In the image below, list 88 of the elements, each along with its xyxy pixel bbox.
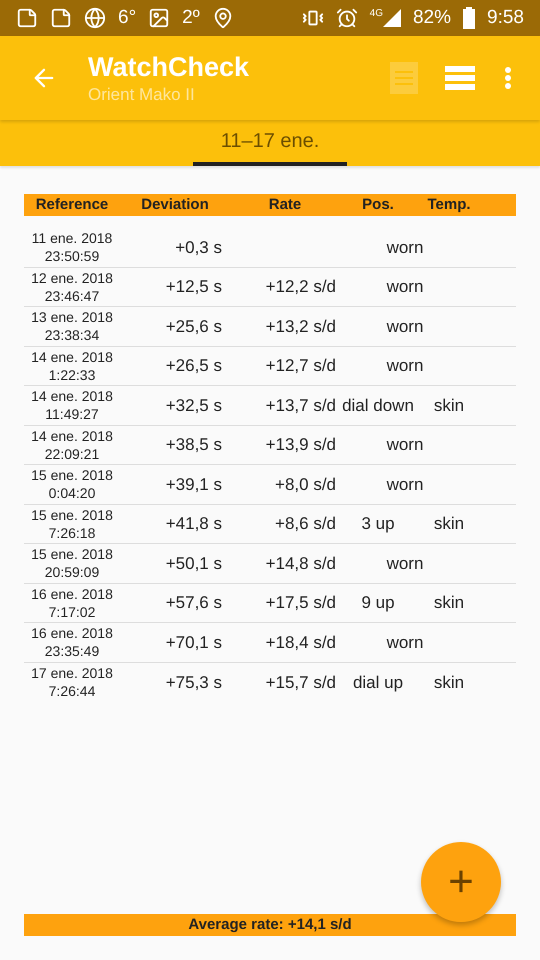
time-text: 0:04:20	[48, 484, 96, 502]
deviation-cell-text: +39,1 s	[164, 474, 223, 496]
battery-text: 82%	[412, 6, 452, 30]
alarm-icon	[336, 7, 358, 29]
deviation-cell-text: +0,3 s	[174, 236, 223, 258]
deviation-cell-text: +50,1 s	[164, 552, 223, 574]
list-icon	[445, 66, 475, 90]
temperature-cell-text: skin	[432, 394, 466, 416]
position-cell-text: worn	[386, 552, 424, 574]
position-cell-text: worn	[386, 236, 424, 258]
time-text: 23:50:59	[44, 247, 100, 266]
deviation-cell-text: +41,8 s	[164, 513, 223, 535]
image-icon	[148, 7, 170, 29]
date-text: 15 ene. 2018	[31, 545, 113, 564]
time-text: 11:49:27	[45, 405, 99, 424]
date-text: 14 ene. 2018	[31, 426, 113, 445]
time-text: 7:26:44	[48, 682, 96, 700]
deviation-cell-text: +70,1 s	[164, 632, 223, 654]
date-text: 15 ene. 2018	[31, 466, 113, 484]
position-cell-text: dial down	[341, 394, 415, 416]
time-text: 22:09:21	[44, 444, 100, 463]
column-header: Deviation	[140, 195, 210, 215]
position-cell-text: worn	[386, 434, 424, 456]
network-type-text: 4G	[370, 9, 383, 19]
time-text: 1:22:33	[48, 366, 96, 384]
column-header: Reference	[34, 195, 110, 215]
deviation-cell-text: +12,5 s	[164, 276, 223, 298]
date-text: 17 ene. 2018	[31, 664, 113, 682]
deviation-cell-text: +57,6 s	[164, 592, 223, 614]
app-subtitle: Orient Mako II	[88, 84, 196, 106]
date-text: 11 ene. 2018	[32, 229, 112, 248]
rate-cell-text: +12,7 s/d	[264, 355, 337, 377]
deviation-cell-text: +32,5 s	[164, 394, 223, 416]
deviation-cell-text: +26,5 s	[164, 355, 223, 377]
position-cell-text: dial up	[352, 672, 404, 694]
date-text: 13 ene. 2018	[31, 308, 113, 326]
rate-cell-text: +13,2 s/d	[264, 316, 337, 338]
time-text: 23:46:47	[44, 286, 100, 305]
rate-cell-text: +14,8 s/d	[264, 552, 337, 574]
time-text: 7:17:02	[48, 602, 96, 621]
date-text: 12 ene. 2018	[31, 268, 113, 287]
deviation-cell-text: +25,6 s	[164, 316, 223, 338]
date-text: 16 ene. 2018	[31, 584, 113, 603]
document-icon	[16, 7, 38, 29]
notes-icon	[390, 62, 418, 94]
signal-icon	[382, 9, 401, 27]
rate-cell-text: +13,9 s/d	[264, 434, 337, 456]
column-header: Temp.	[426, 195, 472, 215]
app-title: WatchCheck	[88, 50, 250, 84]
rate-cell-text: +18,4 s/d	[264, 632, 337, 654]
add-button[interactable]: +	[421, 842, 501, 922]
temperature-text: 6°	[118, 6, 136, 30]
temperature-text: 2º	[182, 6, 200, 30]
position-cell-text: 3 up	[360, 513, 396, 535]
time-text: 7:26:18	[48, 524, 96, 542]
deviation-cell-text: +38,5 s	[164, 434, 223, 456]
date-text: 16 ene. 2018	[31, 624, 113, 642]
week-tab[interactable]: 11–17 ene.	[193, 120, 347, 166]
rate-cell-text: +13,7 s/d	[264, 394, 337, 416]
globe-icon	[84, 7, 106, 29]
rate-cell-text: +8,6 s/d	[274, 513, 337, 535]
column-header: Pos.	[361, 195, 395, 215]
rate-cell-text: +8,0 s/d	[274, 474, 337, 496]
date-text: 14 ene. 2018	[31, 348, 113, 366]
deviation-cell-text: +75,3 s	[164, 672, 223, 694]
position-cell-text: worn	[386, 632, 424, 654]
time-text: 23:38:34	[44, 326, 100, 344]
position-cell-text: worn	[386, 474, 424, 496]
date-text: 15 ene. 2018	[31, 506, 113, 524]
temperature-cell-text: skin	[432, 592, 466, 614]
time-text: 23:35:49	[44, 642, 100, 660]
position-cell-text: 9 up	[360, 592, 396, 614]
column-header: Rate	[268, 195, 302, 215]
temperature-cell-text: skin	[432, 513, 466, 535]
battery-icon	[463, 7, 476, 29]
clock-text: 9:58	[487, 6, 524, 30]
position-cell-text: worn	[386, 316, 424, 338]
document-icon	[50, 7, 72, 29]
temperature-cell-text: skin	[432, 672, 466, 694]
position-cell-text: worn	[386, 276, 424, 298]
average-rate-text: Average rate: +14,1 s/d	[188, 914, 352, 935]
rate-cell-text: +12,2 s/d	[264, 276, 337, 298]
date-text: 14 ene. 2018	[31, 387, 113, 406]
time-text: 20:59:09	[44, 563, 100, 582]
more-icon	[505, 67, 511, 89]
rate-cell-text: +17,5 s/d	[264, 592, 337, 614]
position-cell-text: worn	[386, 355, 424, 377]
rate-cell-text: +15,7 s/d	[264, 672, 337, 694]
